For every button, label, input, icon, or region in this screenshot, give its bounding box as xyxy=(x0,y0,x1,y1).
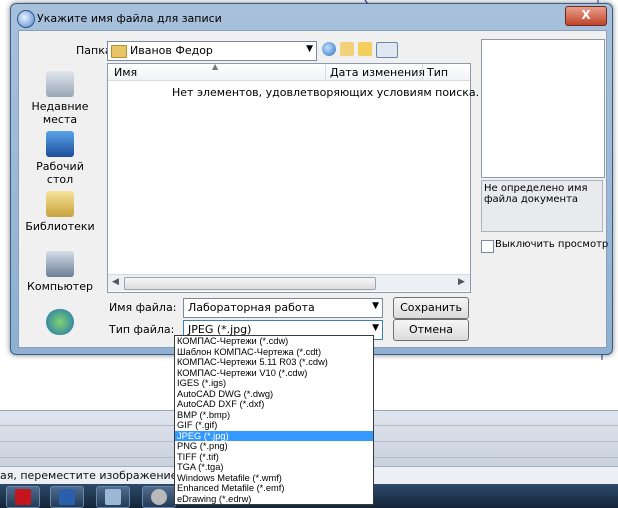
filetype-option[interactable]: КОМПАС-Чертежи (*.cdw) xyxy=(175,336,373,347)
place-libraries-label: Библиотеки xyxy=(25,220,95,233)
filetype-option[interactable]: GIF (*.gif) xyxy=(175,420,373,431)
folder-icon xyxy=(111,45,127,58)
filetype-option[interactable]: Шаблон КОМПАС-Чертежа (*.cdt) xyxy=(175,347,373,358)
column-type[interactable]: Тип xyxy=(427,66,448,79)
filetype-label: Тип файла: xyxy=(109,323,175,336)
filename-value: Лабораторная работа xyxy=(188,301,315,314)
kompas-icon xyxy=(105,489,121,505)
filetype-option[interactable]: Enhanced Metafile (*.emf) xyxy=(175,483,373,494)
filename-label: Имя файла: xyxy=(109,301,177,314)
word-icon xyxy=(59,489,75,505)
place-libraries[interactable]: Библиотеки xyxy=(25,191,95,233)
file-list[interactable]: Имя ▲ Дата изменения Тип Нет элементов, … xyxy=(107,62,479,293)
filetype-option[interactable]: PNG (*.png) xyxy=(175,441,373,452)
filetype-option[interactable]: Windows Metafile (*.wmf) xyxy=(175,473,373,484)
filetype-option[interactable]: IGES (*.igs) xyxy=(175,378,373,389)
acrobat-icon xyxy=(15,489,31,505)
filetype-option[interactable]: BMP (*.bmp) xyxy=(175,410,373,421)
filetype-option[interactable]: TGA (*.tga) xyxy=(175,462,373,473)
network-icon xyxy=(46,309,74,335)
filetype-option[interactable]: КОМПАС-Чертежи 5.11 R03 (*.cdw) xyxy=(175,357,373,368)
dialog-app-icon xyxy=(17,10,35,28)
column-date[interactable]: Дата изменения xyxy=(330,66,425,79)
preview-pane xyxy=(481,39,605,178)
place-recent-label: Недавние места xyxy=(31,100,89,126)
taskbar-kompas-button[interactable] xyxy=(96,486,130,508)
filetype-option[interactable]: AutoCAD DWG (*.dwg) xyxy=(175,389,373,400)
folder-combo[interactable]: Иванов Федор ▼ xyxy=(107,41,317,61)
disable-preview-checkbox[interactable] xyxy=(481,240,494,253)
dialog-client-area: Папка: Иванов Федор ▼ Недавние места Раб… xyxy=(18,30,608,348)
folder-combo-value: Иванов Федор xyxy=(130,44,213,57)
place-recent[interactable]: Недавние места xyxy=(25,71,95,126)
taskbar-settings-button[interactable] xyxy=(142,486,176,508)
dialog-title: Укажите имя файла для записи xyxy=(37,12,222,25)
empty-list-message: Нет элементов, удовлетворяющих условиям … xyxy=(172,86,480,99)
taskbar-word-button[interactable] xyxy=(50,486,84,508)
recent-places-icon xyxy=(46,71,74,97)
scroll-right-icon[interactable]: ▶ xyxy=(458,277,465,287)
filetype-option[interactable]: TIFF (*.tif) xyxy=(175,452,373,463)
chevron-down-icon: ▼ xyxy=(372,301,379,311)
computer-icon xyxy=(46,251,74,277)
sort-arrow-icon: ▲ xyxy=(212,62,219,71)
desktop-icon xyxy=(46,131,74,157)
filetype-option[interactable]: AutoCAD DXF (*.dxf) xyxy=(175,399,373,410)
scroll-left-icon[interactable]: ◀ xyxy=(112,277,119,287)
status-text: ая, переместите изображение xyxy=(0,469,178,482)
filetype-option[interactable]: eDrawing (*.edrw) xyxy=(175,494,373,505)
chevron-down-icon: ▼ xyxy=(372,323,379,333)
new-folder-icon[interactable] xyxy=(358,42,372,56)
save-button[interactable]: Сохранить xyxy=(393,297,469,319)
chevron-down-icon: ▼ xyxy=(306,44,313,54)
scrollbar-thumb[interactable] xyxy=(124,277,376,290)
filetype-dropdown-list[interactable]: КОМПАС-Чертежи (*.cdw) Шаблон КОМПАС-Черт… xyxy=(174,335,374,505)
file-list-header: Имя ▲ Дата изменения Тип xyxy=(108,62,470,81)
place-desktop-label: Рабочий стол xyxy=(36,160,84,186)
taskbar-acrobat-button[interactable] xyxy=(6,486,40,508)
horizontal-scrollbar[interactable]: ◀ ▶ xyxy=(108,274,470,291)
column-name[interactable]: Имя xyxy=(114,66,137,79)
filename-field[interactable]: Лабораторная работа ▼ xyxy=(183,298,383,318)
settings-icon xyxy=(151,489,167,505)
back-icon[interactable] xyxy=(322,42,336,56)
disable-preview-label[interactable]: Выключить просмотр xyxy=(495,239,608,250)
filetype-option[interactable]: JPEG (*.jpg) xyxy=(175,430,373,442)
place-computer[interactable]: Компьютер xyxy=(25,251,95,293)
cancel-button[interactable]: Отмена xyxy=(393,319,469,341)
place-network[interactable] xyxy=(25,309,95,338)
place-desktop[interactable]: Рабочий стол xyxy=(25,131,95,186)
place-computer-label: Компьютер xyxy=(27,280,93,293)
close-button[interactable]: X xyxy=(565,6,607,26)
save-dialog: Укажите имя файла для записи X Папка: Ив… xyxy=(10,3,613,355)
filetype-option[interactable]: КОМПАС-Чертежи V10 (*.cdw) xyxy=(175,368,373,379)
view-menu-icon[interactable] xyxy=(376,42,398,58)
preview-message: Не определено имя файла документа xyxy=(481,180,603,232)
libraries-icon xyxy=(46,191,74,217)
up-folder-icon[interactable] xyxy=(340,42,354,56)
